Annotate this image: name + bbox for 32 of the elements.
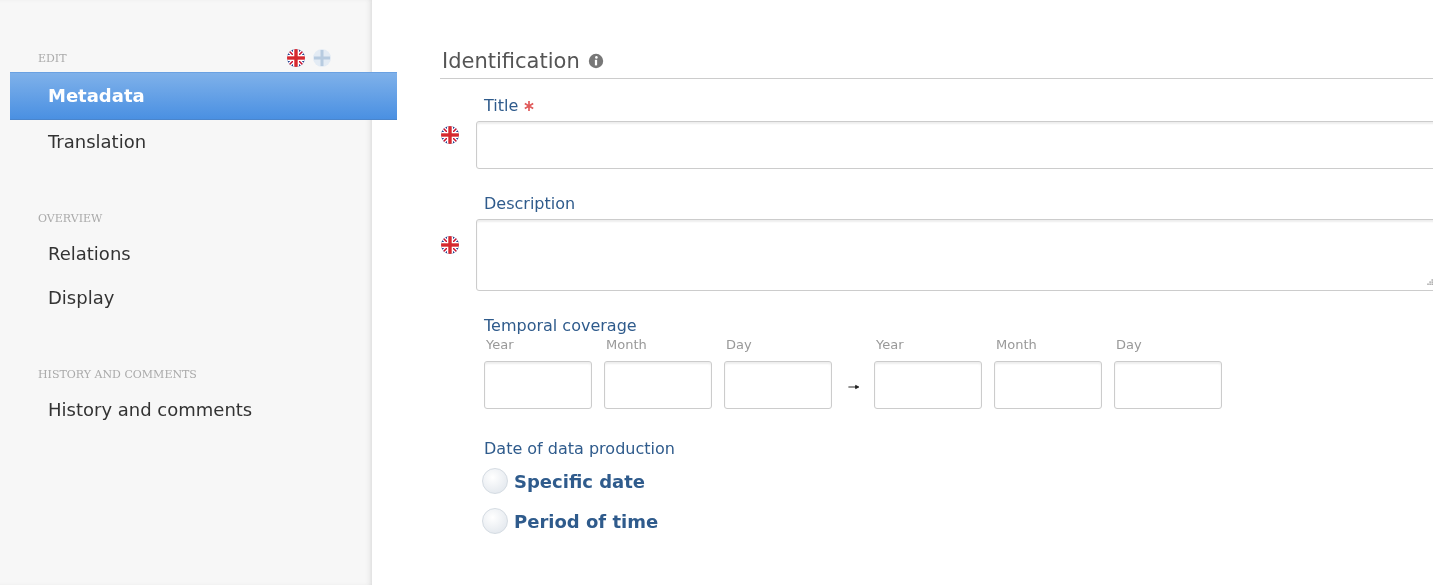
section-heading: EDIT — [38, 51, 68, 65]
field-label: Description — [484, 193, 576, 213]
date-part-label: Year — [485, 337, 515, 354]
radio-label[interactable]: Specific date — [514, 470, 646, 492]
date-part-field[interactable] — [1114, 361, 1222, 409]
radio-button[interactable] — [482, 468, 508, 494]
date-part-label: Year — [875, 337, 905, 354]
sidebar-item[interactable]: Display — [10, 276, 372, 320]
text-area[interactable] — [476, 219, 1433, 291]
date-part-label: Day — [1115, 337, 1143, 354]
sidebar-item[interactable]: Relations — [10, 232, 372, 276]
radio-button[interactable] — [482, 508, 508, 534]
add-language-icon — [312, 48, 332, 68]
field-label: Temporal coverage — [484, 315, 637, 335]
section-title: Identification — [442, 49, 580, 73]
date-part-field[interactable] — [604, 361, 712, 409]
date-part-field[interactable] — [484, 361, 592, 409]
sidebar-item[interactable]: History and comments — [10, 388, 372, 432]
input-field[interactable] — [476, 121, 1433, 169]
date-part-label: Day — [725, 337, 753, 354]
field-label: Date of data production — [484, 438, 675, 458]
field-label: Title — [484, 95, 519, 115]
date-part-field[interactable] — [994, 361, 1102, 409]
info-icon — [587, 53, 604, 69]
date-part-label: Month — [605, 337, 648, 354]
date-part-field[interactable] — [724, 361, 832, 409]
section-heading: OVERVIEW — [38, 211, 104, 225]
date-part-field[interactable] — [874, 361, 982, 409]
sidebar-item[interactable]: Translation — [10, 120, 372, 164]
date-part-label: Month — [995, 337, 1038, 354]
section-heading: HISTORY AND COMMENTS — [38, 367, 198, 381]
radio-label[interactable]: Period of time — [514, 510, 659, 532]
